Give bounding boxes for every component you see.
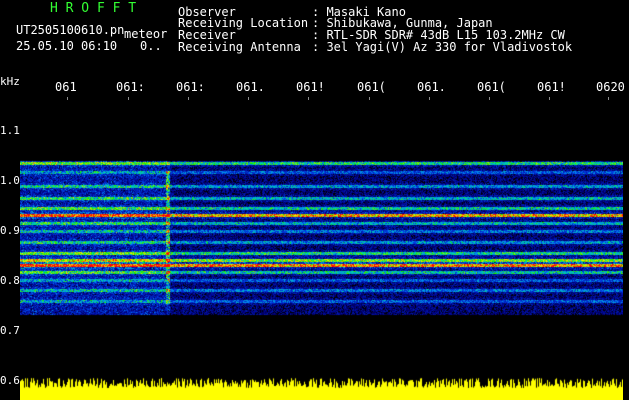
freq-unit-label: kHz — [0, 75, 20, 88]
time-tick-label: 061: — [116, 80, 145, 94]
time-tick-label: 061 — [55, 80, 77, 94]
time-tick-label: 061( — [357, 80, 386, 94]
time-tick-label: 061! — [537, 80, 566, 94]
count: 0.. — [140, 39, 162, 53]
freq-tick-label: 0.8 — [0, 274, 20, 287]
freq-tick-label: 1.1 — [0, 124, 20, 137]
freq-tick-label: 0.7 — [0, 324, 20, 337]
filename: UT2505100610.pn — [16, 23, 125, 37]
freq-tick-label: 0.6 — [0, 374, 20, 387]
time-tick-label: 061: — [176, 80, 205, 94]
antenna-label: Receiving Antenna — [178, 40, 301, 54]
time-tick-label: 061( — [477, 80, 506, 94]
freq-tick-label: 0.9 — [0, 224, 20, 237]
time-tick-label: 061. — [236, 80, 265, 94]
time-tick-label: 061. — [417, 80, 446, 94]
app-name: H R O F F T — [50, 1, 137, 16]
time-tick-label: 061! — [296, 80, 325, 94]
antenna-value: : 3el Yagi(V) Az 330 for Vladivostok — [312, 40, 573, 54]
time-tick-label: 0620 — [596, 80, 625, 94]
datetime: 25.05.10 06:10 — [16, 39, 118, 53]
freq-tick-label: 1.0 — [0, 174, 20, 187]
spectrogram-waterfall — [20, 100, 623, 400]
